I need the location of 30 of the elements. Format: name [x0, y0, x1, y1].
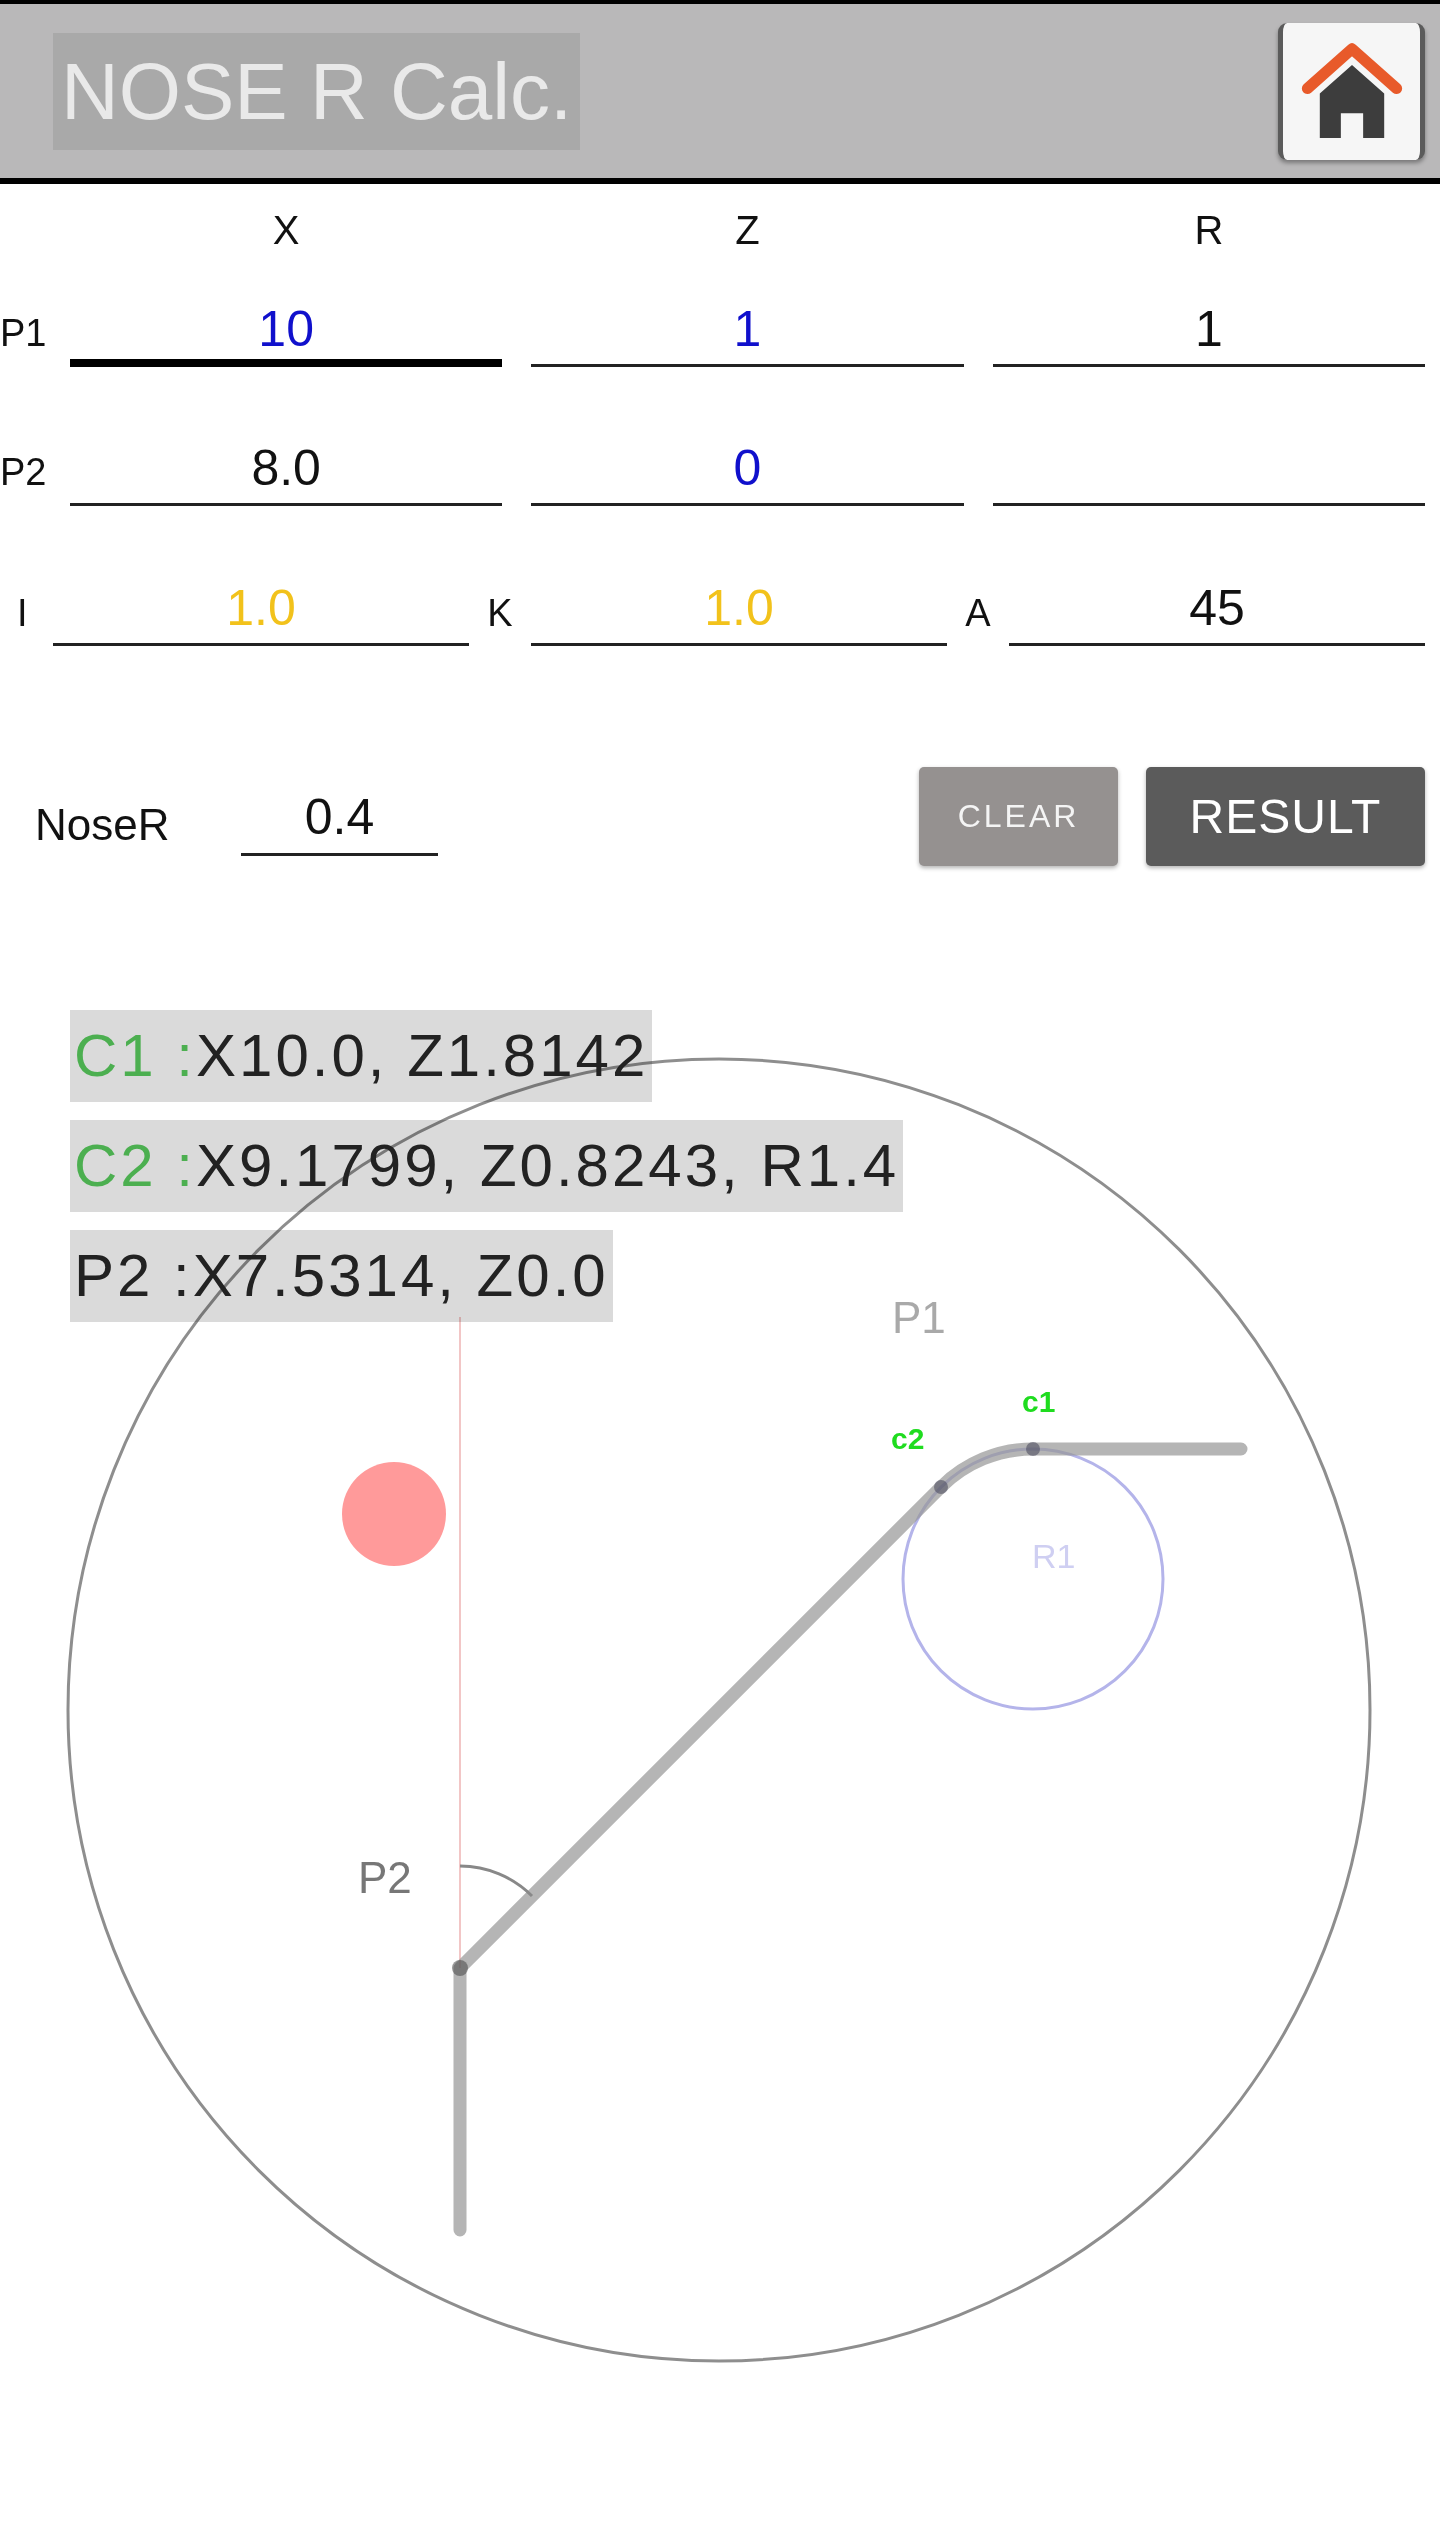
- point-marker: [1026, 1442, 1040, 1456]
- input-field[interactable]: 10: [70, 300, 503, 367]
- column-header: X: [271, 210, 301, 250]
- app-title: NOSE R Calc.: [53, 32, 581, 150]
- row-label: P1: [0, 314, 48, 356]
- home-button[interactable]: [1278, 22, 1425, 160]
- input-field[interactable]: 8.0: [70, 439, 503, 506]
- point-marker: [934, 1480, 948, 1494]
- input-field[interactable]: 1: [992, 300, 1425, 367]
- row-label: P2: [0, 453, 48, 495]
- input-field[interactable]: 1: [531, 300, 964, 367]
- field-label: I: [16, 594, 29, 636]
- field-label: A: [964, 594, 992, 636]
- point-label: P2: [358, 1853, 412, 1902]
- result-text: P2 :X7.5314, Z0.0: [70, 1230, 613, 1322]
- input-field[interactable]: 45: [1009, 579, 1425, 646]
- result-button[interactable]: RESULT: [1146, 767, 1425, 866]
- tangent-label: c2: [891, 1422, 925, 1455]
- point-marker: [452, 1960, 468, 1976]
- field-label: K: [486, 594, 514, 636]
- point-label: P1: [892, 1293, 946, 1342]
- field-label: NoseR: [35, 798, 171, 847]
- input-field[interactable]: 0.4: [241, 786, 438, 856]
- result-text: C1 :X10.0, Z1.8142: [70, 1010, 653, 1102]
- column-header: Z: [734, 210, 761, 250]
- input-field[interactable]: 0: [531, 439, 964, 506]
- tangent-label: c1: [1022, 1385, 1056, 1418]
- column-header: R: [1193, 210, 1225, 250]
- result-text: C2 :X9.1799, Z0.8243, R1.4: [70, 1120, 904, 1212]
- home-icon: [1299, 41, 1404, 141]
